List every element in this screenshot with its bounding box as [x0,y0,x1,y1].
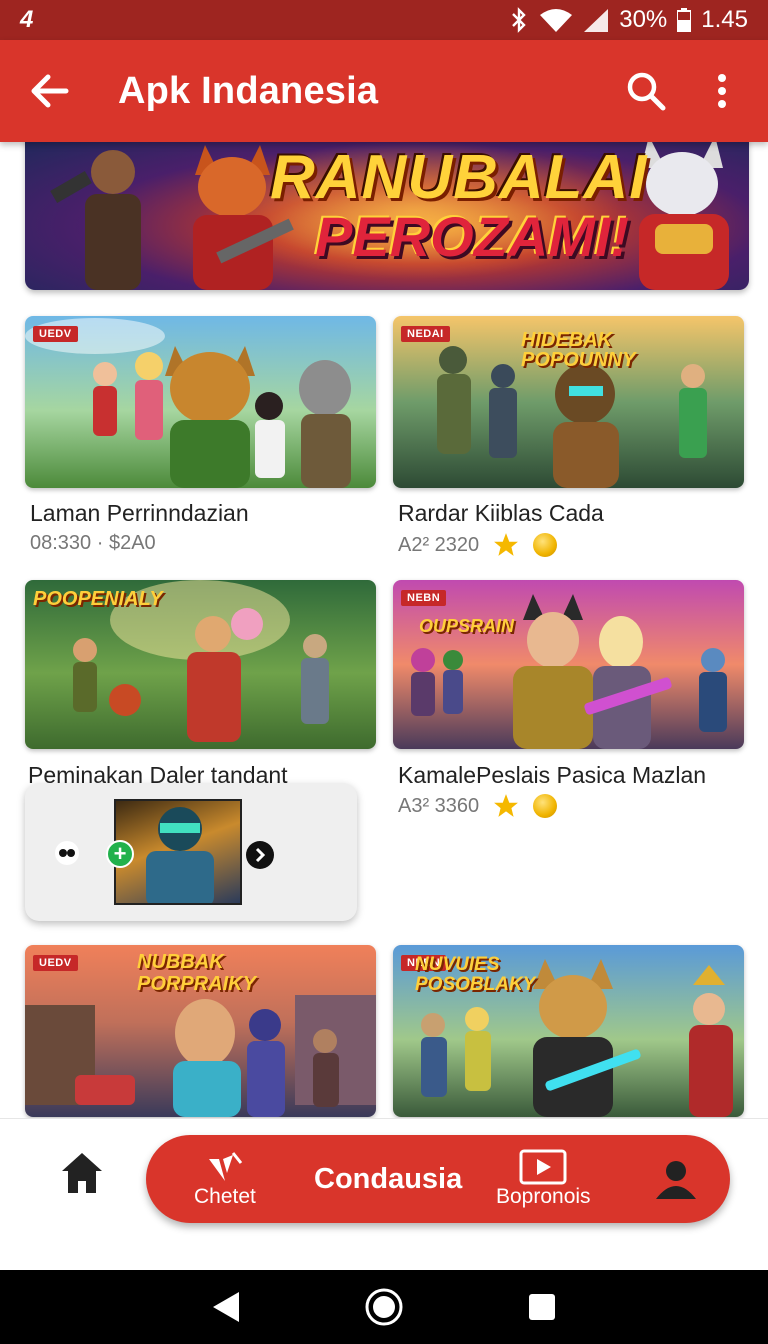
card-art-title: POOPENIALY [33,588,163,610]
bluetooth-icon [512,7,526,33]
popup-thumbnail-art [146,807,214,903]
card-art-title: HIDEBAK POPOUNNY [521,329,636,371]
app-title: Apk Indanesia [118,69,379,112]
banner-warrior-figure [50,150,141,290]
game-title[interactable]: Rardar Kiiblas Cada [398,500,604,527]
wifi-icon [540,9,573,32]
nav-label-chetet: Chetet [194,1185,256,1208]
game-meta-text: 08:330 · $2A0 [30,532,156,554]
card-art-title: NUVUIES POSOBLAKY [415,954,536,995]
game-card-image[interactable]: UEDV NUBBAK PORPRAIKY [25,945,376,1117]
nav-label-bopronois: Bopronois [496,1185,591,1208]
mini-icon[interactable] [55,841,79,865]
person-icon [656,1161,696,1199]
new-badge: NEDAI [401,326,450,342]
chevron-right-icon [255,847,266,863]
app-bar: Apk Indanesia [0,40,768,142]
bottom-navigation: Chetet Condausia Bopronois [0,1118,768,1270]
card-characters-art [411,594,727,749]
game-meta-text: A2² 2320 [398,533,480,556]
next-button[interactable] [246,841,274,869]
game-meta-text: A3² 3360 [398,794,480,817]
nav-center-label[interactable]: Condausia [314,1163,462,1196]
game-meta: A3² 3360 [398,793,558,819]
system-back-icon[interactable] [211,1290,241,1324]
status-bar: 4 30% 1.45 [0,0,768,40]
banner-title-line1: RANUBALAI [270,143,648,212]
coin-icon [533,794,558,818]
arrow-left-icon [31,74,69,108]
new-badge: UEDV [33,955,78,971]
star-icon [494,533,519,556]
home-button[interactable] [58,1149,106,1197]
card-characters-art [25,318,351,488]
game-title[interactable]: KamalePeslais Pasica Mazlan [398,762,706,789]
new-badge: UEDV [33,326,78,342]
clock: 1.45 [701,6,748,33]
home-icon [62,1153,102,1193]
game-card-image[interactable]: NEBN NUVUIES POSOBLAKY [393,945,744,1117]
chart-icon [208,1152,243,1181]
coin-icon [533,533,558,557]
new-badge: NEBN [401,590,447,606]
floating-preview-popup[interactable]: + [25,783,357,921]
game-card-image[interactable]: UEDV [25,316,376,488]
system-home-icon[interactable] [364,1287,404,1327]
back-button[interactable] [20,61,80,121]
battery-icon [677,8,692,32]
more-vert-icon [718,74,726,108]
banner-title-line2: PEROZAMI! [315,205,630,268]
system-navigation-bar [0,1270,768,1344]
more-options-button[interactable] [698,67,746,115]
game-title[interactable]: Laman Perrinndazian [30,500,249,527]
signal-icon [584,9,609,32]
game-meta: A2² 2320 [398,532,558,558]
app-screen: 4 30% 1.45 Apk Indanesia RANUBALAI PEROZ… [0,0,768,1344]
nav-pill-bar: Chetet Condausia Bopronois [146,1135,730,1223]
nav-item-chetet[interactable]: Chetet [194,1151,256,1209]
search-button[interactable] [622,67,670,115]
game-card-image[interactable]: NEBN OUPSRAIN [393,580,744,749]
add-icon[interactable]: + [106,840,134,868]
game-card-image[interactable]: POOPENIALY [25,580,376,749]
star-icon [494,794,519,817]
game-card-image[interactable]: NEDAI HIDEBAK POPOUNNY [393,316,744,488]
nav-item-bopronois[interactable]: Bopronois [496,1149,591,1209]
video-icon [519,1149,567,1185]
status-left-glyph: 4 [20,6,34,33]
card-art-title: OUPSRAIN [419,616,515,636]
status-icons: 30% 1.45 [509,6,748,34]
featured-banner[interactable]: RANUBALAI PEROZAMI! [25,130,749,290]
quote-icon [59,849,75,857]
battery-percent: 30% [619,6,668,33]
card-art-title: NUBBAK PORPRAIKY [137,951,256,995]
search-icon [627,72,666,111]
profile-button[interactable] [654,1157,698,1206]
game-meta: 08:330 · $2A0 [30,532,156,555]
system-recents-icon[interactable] [527,1292,557,1322]
